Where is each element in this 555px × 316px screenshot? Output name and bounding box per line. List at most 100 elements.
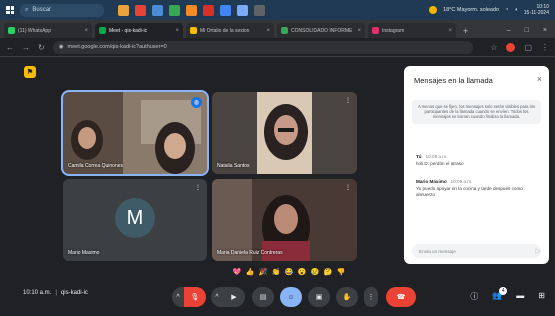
- tab-sheets[interactable]: CONSOLIDADO INFORME ×: [277, 23, 365, 38]
- tab-meet[interactable]: Meet - qis-kadi-ic ×: [95, 23, 183, 38]
- extensions-icon[interactable]: ▢: [524, 43, 532, 52]
- more-options-button[interactable]: ⋮: [364, 287, 378, 307]
- participant-video: [212, 92, 357, 174]
- new-tab-button[interactable]: +: [459, 26, 472, 38]
- reload-icon[interactable]: ↻: [38, 43, 45, 52]
- browser-tabstrip: (11) WhatsApp × Meet - qis-kadi-ic × Mi …: [0, 20, 555, 38]
- reaction-bar: 💖 👍 🎉 👏 😂 😮 😢 🤔 👎: [232, 267, 346, 277]
- app-icon[interactable]: [135, 4, 146, 16]
- participant-video: [212, 179, 357, 261]
- meet-stage: ⚑ ◍ Camila Correa Quinones ⋮ Natalia San…: [0, 57, 555, 316]
- participant-tile[interactable]: ◍ Camila Correa Quinones: [61, 90, 209, 176]
- clock[interactable]: 10:10 15-11-2024: [524, 4, 549, 16]
- meeting-info: 10:10 a.m. | qis-kadi-ic: [23, 290, 88, 296]
- close-icon[interactable]: ×: [448, 28, 452, 34]
- participant-tile[interactable]: ⋮ Natalia Santos: [212, 92, 357, 174]
- system-tray: 18°C Mayorm. soleado ◔ ◖ 10:10 15-11-202…: [429, 4, 555, 16]
- laugh-reaction-icon[interactable]: 😂: [284, 267, 294, 277]
- tab-label: (11) WhatsApp: [18, 27, 51, 34]
- close-icon[interactable]: ×: [357, 28, 361, 34]
- chat-panel: Mensajes en la llamada × A menos que se …: [404, 66, 549, 264]
- chat-title: Mensajes en la llamada: [414, 76, 493, 85]
- tab-label: CONSOLIDADO INFORME: [291, 27, 353, 34]
- bookmark-star-icon[interactable]: ☆: [490, 43, 497, 52]
- participant-tile[interactable]: M ⋮ Mario Maximo: [63, 179, 207, 261]
- more-menu-icon[interactable]: ⋮: [541, 43, 549, 52]
- app-icon[interactable]: [152, 4, 163, 16]
- camera-options-button[interactable]: ^: [211, 287, 223, 307]
- party-reaction-icon[interactable]: 🎉: [258, 267, 268, 277]
- present-button[interactable]: ▣: [308, 287, 330, 307]
- app-icon[interactable]: [169, 4, 180, 16]
- chat-input-placeholder: Envía un mensaje: [419, 248, 456, 254]
- thumbs-down-reaction-icon[interactable]: 👎: [336, 267, 346, 277]
- chat-input[interactable]: Envía un mensaje: [412, 244, 541, 258]
- meet-logo-icon: ⚑: [24, 66, 36, 78]
- captions-button[interactable]: ▤: [252, 287, 274, 307]
- camera-toggle-button[interactable]: ▶: [223, 287, 245, 307]
- windows-taskbar: ⌕ Buscar 18°C Mayorm. soleado ◔ ◖ 10:10 …: [0, 0, 555, 20]
- thinking-reaction-icon[interactable]: 🤔: [323, 267, 333, 277]
- close-window-icon[interactable]: ×: [543, 27, 547, 34]
- participant-name: Natalia Santos: [217, 163, 250, 169]
- sad-reaction-icon[interactable]: 😢: [310, 267, 320, 277]
- mic-off-icon: ⋮: [345, 185, 351, 191]
- window-controls: – □ ×: [507, 27, 555, 38]
- app-icon[interactable]: [237, 4, 248, 16]
- mic-toggle-button[interactable]: 🎙: [184, 287, 206, 307]
- site-info-icon[interactable]: ◉: [59, 44, 64, 50]
- heart-reaction-icon[interactable]: 💖: [232, 267, 242, 277]
- speaking-indicator-icon: ◍: [191, 97, 202, 108]
- message-sender: Mario Máximo: [416, 179, 447, 184]
- surprised-reaction-icon[interactable]: 😮: [297, 267, 307, 277]
- mic-options-button[interactable]: ^: [172, 287, 184, 307]
- windows-start-icon[interactable]: [6, 6, 14, 14]
- tab-docs[interactable]: Mi Ortalio de la sesion ×: [186, 23, 274, 38]
- participant-tile[interactable]: ⋮ Maria Daniela Ruiz Contreras: [212, 179, 357, 261]
- present-icon: ▣: [315, 294, 323, 301]
- forward-icon[interactable]: →: [22, 43, 30, 52]
- maximize-icon[interactable]: □: [525, 27, 529, 34]
- mic-off-icon: 🎙: [190, 294, 200, 301]
- meeting-code: qis-kadi-ic: [60, 290, 88, 296]
- app-icon[interactable]: [186, 4, 197, 16]
- taskbar-search[interactable]: ⌕ Buscar: [20, 3, 104, 17]
- send-icon[interactable]: ▷: [536, 247, 541, 255]
- instagram-icon: [372, 27, 379, 34]
- taskbar-search-placeholder: Buscar: [32, 7, 52, 13]
- participant-name: Camila Correa Quinones: [68, 163, 124, 169]
- close-icon[interactable]: ×: [266, 28, 270, 34]
- participant-video: [63, 92, 207, 174]
- profile-avatar[interactable]: [506, 42, 516, 52]
- taskbar-apps: [118, 4, 265, 16]
- activities-icon[interactable]: ⊞: [538, 291, 545, 302]
- leave-call-button[interactable]: ☎: [386, 287, 416, 307]
- volume-icon[interactable]: ◖: [514, 7, 517, 13]
- minimize-icon[interactable]: –: [507, 27, 511, 34]
- info-icon[interactable]: ⓘ: [470, 291, 478, 302]
- back-icon[interactable]: ←: [6, 43, 14, 52]
- app-icon[interactable]: [254, 4, 265, 16]
- emoji-reactions-button[interactable]: ☺: [280, 287, 302, 307]
- chat-icon[interactable]: ▬: [516, 291, 524, 302]
- close-icon[interactable]: ×: [175, 28, 179, 34]
- close-icon[interactable]: ×: [537, 74, 542, 84]
- raise-hand-button[interactable]: ✋: [336, 287, 358, 307]
- wifi-icon[interactable]: ◔: [505, 7, 508, 13]
- address-bar[interactable]: ◉ meet.google.com/qis-kadi-ic?authuser=0: [52, 40, 473, 54]
- people-button[interactable]: 👥 4: [492, 287, 508, 302]
- close-icon[interactable]: ×: [84, 28, 88, 34]
- tab-whatsapp[interactable]: (11) WhatsApp ×: [4, 23, 92, 38]
- chrome-icon[interactable]: [220, 4, 231, 16]
- file-explorer-icon[interactable]: [118, 4, 129, 16]
- message-time: 10:09 a.m.: [450, 179, 473, 184]
- avatar: M: [115, 198, 155, 238]
- app-icon[interactable]: [203, 4, 214, 16]
- tab-instagram[interactable]: Instagram ×: [368, 23, 456, 38]
- mic-off-icon: ⋮: [195, 185, 201, 191]
- thumbs-up-reaction-icon[interactable]: 👍: [245, 267, 255, 277]
- clap-reaction-icon[interactable]: 👏: [271, 267, 281, 277]
- message-text: holi D: perdón el atraso: [416, 161, 464, 166]
- sheets-icon: [281, 27, 288, 34]
- camera-icon: ▶: [231, 294, 237, 301]
